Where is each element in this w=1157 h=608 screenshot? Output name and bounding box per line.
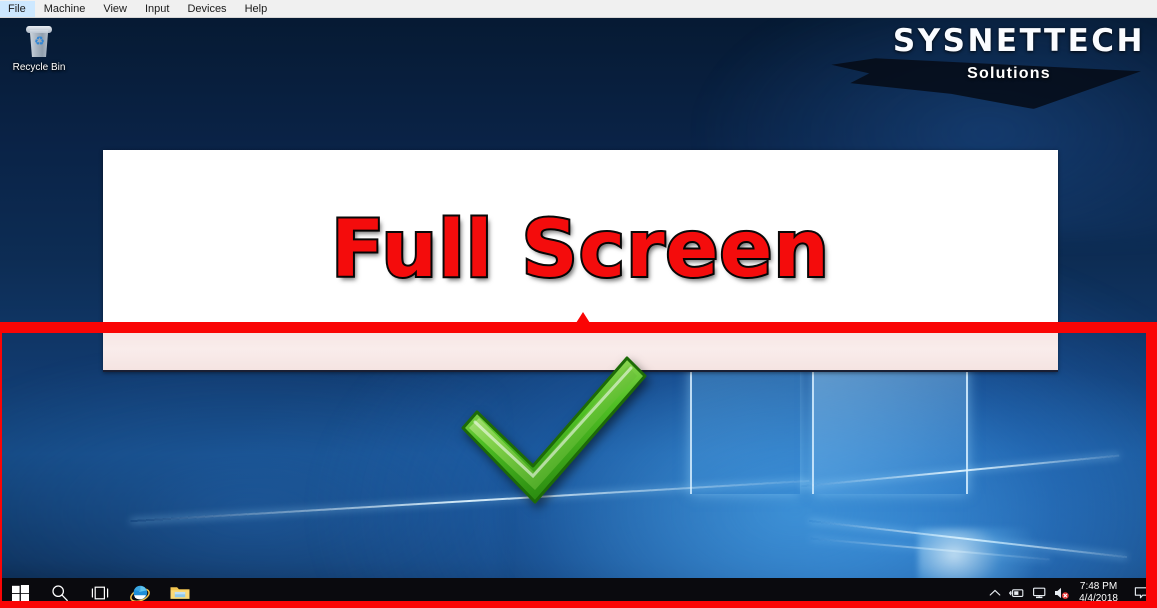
watermark-title: SYSNETTECH — [892, 23, 1145, 59]
start-button[interactable] — [0, 578, 40, 608]
task-view-icon — [91, 586, 108, 600]
wallpaper-light-beam — [800, 454, 1120, 488]
action-center-button[interactable] — [1127, 578, 1155, 608]
recycle-symbol-icon: ♻ — [34, 34, 45, 48]
recycle-bin-lid — [26, 26, 52, 33]
menu-view[interactable]: View — [94, 1, 136, 17]
watermark-subtitle: Solutions — [967, 65, 1051, 82]
task-view-button[interactable] — [80, 578, 120, 608]
menu-help[interactable]: Help — [236, 1, 277, 17]
wallpaper-glow-left — [0, 347, 500, 608]
usb-eject-icon — [1008, 589, 1023, 597]
vm-menu-bar: File Machine View Input Devices Help — [0, 0, 1157, 18]
taskbar-clock[interactable]: 7:48 PM 4/4/2018 — [1072, 578, 1127, 608]
watermark-arrow-icon — [831, 58, 1141, 109]
desktop-icon-recycle-bin[interactable]: ♻ Recycle Bin — [6, 26, 72, 73]
network-icon — [1032, 587, 1045, 599]
wallpaper-pane-left — [690, 360, 800, 494]
network-button[interactable] — [1028, 578, 1050, 608]
menu-file[interactable]: File — [0, 0, 35, 17]
green-checkmark-icon — [461, 356, 647, 504]
internet-explorer-button[interactable] — [120, 578, 160, 608]
chevron-up-icon — [989, 589, 1001, 596]
wallpaper-light-beam — [810, 537, 1050, 561]
virtualbox-vm-window: File Machine View Input Devices Help ♻ R… — [0, 0, 1157, 608]
desktop-icon-label: Recycle Bin — [12, 62, 66, 73]
clock-time: 7:48 PM — [1079, 581, 1118, 592]
menu-devices[interactable]: Devices — [178, 1, 235, 17]
file-explorer-button[interactable] — [160, 578, 200, 608]
banner-title: Full Screen — [329, 203, 831, 297]
full-screen-banner: Full Screen — [103, 150, 1058, 372]
red-pointer-notch — [576, 312, 590, 323]
speaker-muted-icon — [1054, 587, 1069, 599]
file-explorer-icon — [170, 587, 190, 599]
recycle-bin-icon: ♻ — [24, 26, 54, 58]
internet-explorer-icon — [130, 585, 150, 603]
menu-machine[interactable]: Machine — [35, 1, 95, 17]
search-icon — [52, 585, 68, 602]
taskbar: 7:48 PM 4/4/2018 — [0, 578, 1157, 608]
show-hidden-icons-button[interactable] — [984, 578, 1006, 608]
notification-icon — [1134, 587, 1148, 599]
windows-logo-icon — [11, 584, 29, 602]
search-button[interactable] — [40, 578, 80, 608]
safely-remove-hardware-button[interactable] — [1006, 578, 1028, 608]
sysnettech-watermark: SYSNETTECH Solutions — [809, 17, 1149, 112]
system-tray: 7:48 PM 4/4/2018 — [984, 578, 1157, 608]
wallpaper-light-beam — [808, 519, 1128, 559]
wallpaper-window-hero — [130, 346, 1128, 608]
menu-input[interactable]: Input — [136, 1, 178, 17]
clock-date: 4/4/2018 — [1079, 593, 1118, 604]
volume-button[interactable] — [1050, 578, 1072, 608]
